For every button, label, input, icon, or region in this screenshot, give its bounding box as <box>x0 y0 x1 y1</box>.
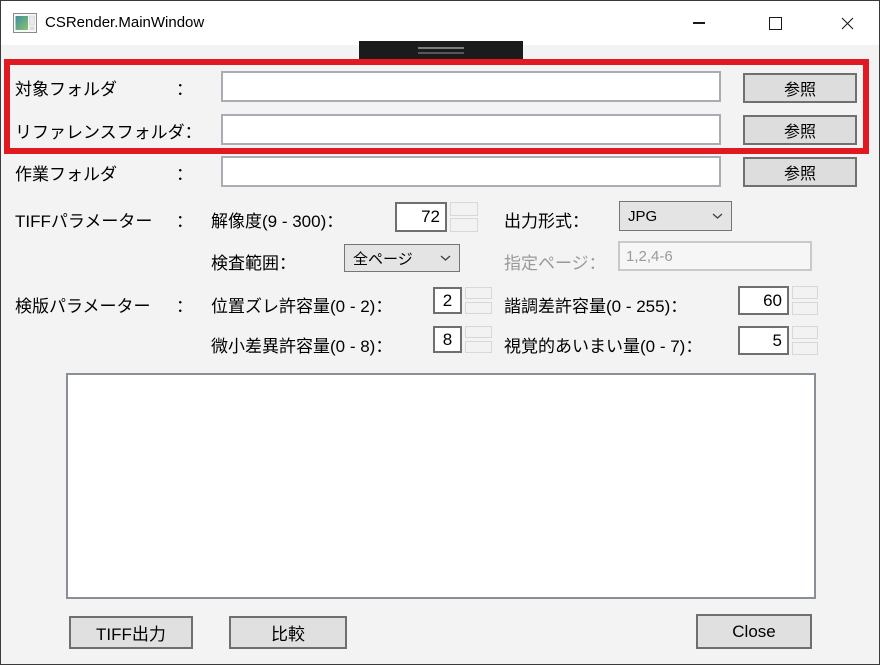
minor-diff-down-button[interactable] <box>465 341 492 353</box>
position-shift-input[interactable] <box>433 287 462 314</box>
maximize-button[interactable] <box>753 5 797 41</box>
output-format-label: 出力形式： <box>504 207 589 232</box>
visual-ambiguity-up-button[interactable] <box>792 326 818 339</box>
visual-ambiguity-label: 視覚的あいまい量(0 - 7)： <box>504 332 702 357</box>
page-spec-input <box>618 241 812 271</box>
log-textarea[interactable] <box>66 373 816 599</box>
visual-ambiguity-spinner <box>792 326 818 355</box>
resolution-up-button[interactable] <box>450 202 478 216</box>
target-folder-label: 対象フォルダ ： <box>15 75 193 100</box>
chevron-down-icon <box>440 255 451 262</box>
minor-diff-up-button[interactable] <box>465 326 492 338</box>
tiff-output-button[interactable]: TIFF出力 <box>69 616 193 649</box>
check-params-label: 検版パラメーター ： <box>15 292 193 317</box>
visual-ambiguity-down-button[interactable] <box>792 342 818 355</box>
work-folder-input[interactable] <box>221 156 721 187</box>
tone-diff-down-button[interactable] <box>792 302 818 315</box>
output-format-select[interactable]: JPG <box>619 201 732 231</box>
minor-diff-spinner <box>465 326 492 353</box>
tiff-params-label: TIFFパラメーター ： <box>15 207 193 232</box>
work-folder-browse-button[interactable]: 参照 <box>743 157 857 187</box>
maximize-icon <box>769 17 782 30</box>
main-window: CSRender.MainWindow 対象フォルダ ： 参照 リファレンスフォ… <box>0 0 880 665</box>
close-icon <box>841 17 854 30</box>
tone-diff-spinner <box>792 286 818 315</box>
position-shift-up-button[interactable] <box>465 287 492 299</box>
app-window-icon <box>13 13 37 33</box>
target-folder-input[interactable] <box>221 71 721 102</box>
titlebar[interactable]: CSRender.MainWindow <box>1 1 879 45</box>
chevron-down-icon <box>712 213 723 220</box>
tone-diff-input[interactable] <box>738 286 789 315</box>
page-spec-label: 指定ページ： <box>504 249 606 274</box>
window-title: CSRender.MainWindow <box>45 1 204 45</box>
target-folder-browse-button[interactable]: 参照 <box>743 73 857 103</box>
resolution-down-button[interactable] <box>450 218 478 232</box>
debug-toolbar[interactable] <box>359 41 523 59</box>
compare-button[interactable]: 比較 <box>229 616 347 649</box>
work-folder-label: 作業フォルダ ： <box>15 160 193 185</box>
position-shift-label: 位置ズレ許容量(0 - 2)： <box>211 292 392 317</box>
position-shift-spinner <box>465 287 492 314</box>
minor-diff-label: 微小差異許容量(0 - 8)： <box>211 332 392 357</box>
minimize-icon <box>693 22 705 24</box>
visual-ambiguity-input[interactable] <box>738 326 789 355</box>
reference-folder-label: リファレンスフォルダ ： <box>15 118 193 143</box>
reference-folder-input[interactable] <box>221 114 721 145</box>
resolution-label: 解像度(9 - 300)： <box>211 207 343 232</box>
toolbar-grip-icon <box>418 47 464 49</box>
close-window-button[interactable] <box>825 5 869 41</box>
inspection-range-label: 検査範囲： <box>211 249 296 274</box>
resolution-spinner <box>450 202 478 232</box>
tone-diff-up-button[interactable] <box>792 286 818 299</box>
tone-diff-label: 諧調差許容量(0 - 255)： <box>504 292 687 317</box>
inspection-range-select[interactable]: 全ページ <box>344 244 460 272</box>
resolution-input[interactable] <box>395 202 447 232</box>
minimize-button[interactable] <box>677 5 721 41</box>
toolbar-grip-icon <box>418 52 464 54</box>
close-button[interactable]: Close <box>696 614 812 649</box>
minor-diff-input[interactable] <box>433 326 462 353</box>
position-shift-down-button[interactable] <box>465 302 492 314</box>
reference-folder-browse-button[interactable]: 参照 <box>743 115 857 145</box>
